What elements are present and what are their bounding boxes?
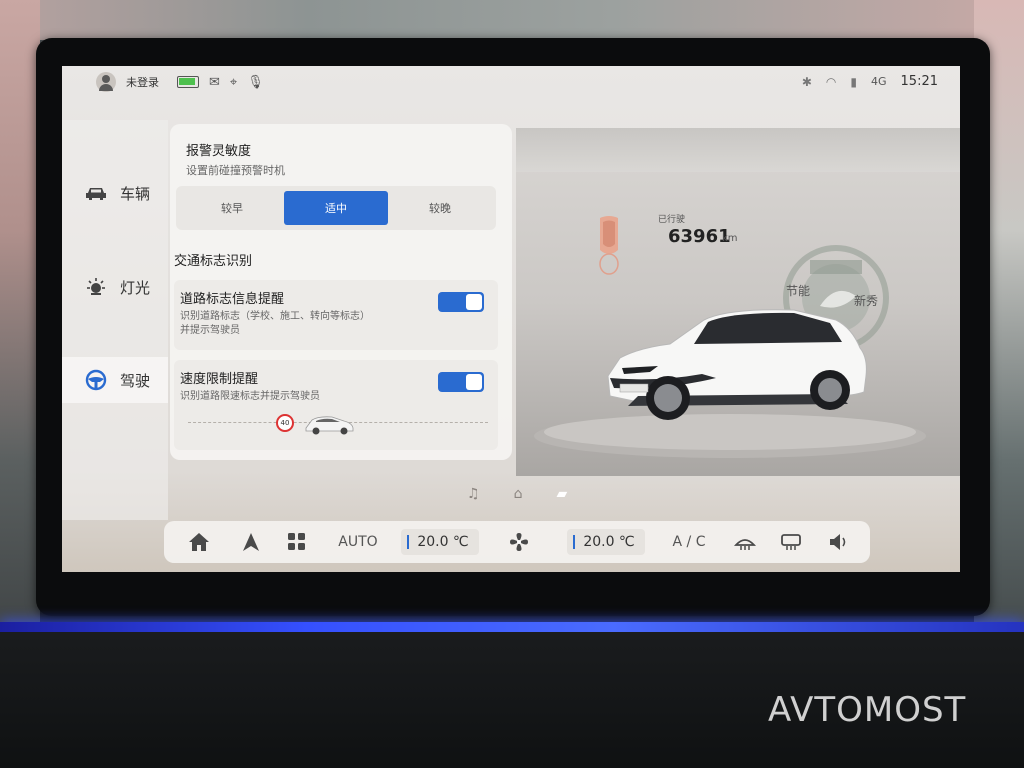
fan-icon: [510, 533, 528, 551]
ac-label: A / C: [672, 534, 706, 550]
rear-defrost-icon: [781, 534, 801, 550]
right-temperature-control[interactable]: 20.0 ℃: [562, 521, 650, 563]
rear-defrost-button[interactable]: [776, 521, 806, 563]
music-icon[interactable]: ♫: [467, 486, 480, 502]
right-temperature-value: 20.0 ℃: [583, 534, 635, 550]
road-sign-desc-line2: 并提示驾驶员: [180, 325, 240, 336]
network-type: 4G: [871, 75, 887, 88]
location-icon[interactable]: ⌖: [230, 75, 237, 90]
front-defrost-icon: [734, 539, 756, 550]
dock: ♫ ⌂ ▰: [467, 486, 567, 502]
speed-limit-desc: 识别道路限速标志并提示驾驶员: [180, 391, 320, 402]
home-icon: [189, 533, 209, 551]
speed-limit-toggle[interactable]: [438, 372, 484, 392]
sidebar-item-vehicle[interactable]: 车辆: [62, 170, 168, 216]
navigation-arrow-icon: [243, 533, 259, 551]
left-temperature-value: 20.0 ℃: [417, 534, 469, 550]
home-icon[interactable]: ⌂: [514, 486, 523, 502]
climate-bar: AUTO 20.0 ℃ 20.0 ℃ A / C: [164, 521, 870, 563]
apps-grid-icon: [288, 533, 305, 550]
eco-badge-text-left: 节能: [786, 284, 811, 298]
sidebar-item-label: 车辆: [120, 184, 151, 203]
volume-button[interactable]: [824, 521, 854, 563]
ac-button[interactable]: A / C: [666, 521, 712, 563]
infotainment-screen: 未登录 ✉ ⌖ 🎙 ✱ ◠ ▮ 4G 15:21 车辆 灯光 驾驶 报警灵敏度 …: [62, 66, 960, 572]
driving-settings-panel: 报警灵敏度 设置前碰撞预警时机 较早 适中 较晚 交通标志识别 道路标志信息提醒…: [170, 124, 512, 460]
option-late[interactable]: 较晚: [388, 191, 492, 225]
wifi-icon: ◠: [825, 74, 837, 89]
road-sign-card: 道路标志信息提醒 识别道路标志（学校、施工、转向等标志） 并提示驾驶员: [174, 280, 498, 350]
auto-label: AUTO: [338, 534, 378, 550]
speaker-icon: [830, 534, 846, 550]
sidebar: 车辆 灯光 驾驶: [62, 120, 168, 520]
fan-speed-button[interactable]: [494, 521, 544, 563]
car-dock-icon[interactable]: ▰: [556, 486, 567, 502]
road-sign-title: 道路标志信息提醒: [180, 292, 285, 307]
mail-icon[interactable]: ✉: [209, 75, 220, 90]
sidebar-item-driving[interactable]: 驾驶: [62, 357, 168, 403]
login-status-label[interactable]: 未登录: [126, 74, 159, 90]
signal-icon: ▮: [850, 74, 857, 89]
mileage-label: 已行驶: [658, 215, 686, 225]
speed-limit-title: 速度限制提醒: [180, 372, 259, 387]
home-button[interactable]: [184, 521, 214, 563]
apps-button[interactable]: [282, 521, 312, 563]
option-early[interactable]: 较早: [180, 191, 284, 225]
sidebar-item-label: 灯光: [120, 278, 151, 297]
background-top: [0, 0, 1024, 40]
car-icon: [84, 183, 108, 203]
speed-limit-card: 速度限制提醒 识别道路限速标志并提示驾驶员 40: [174, 360, 498, 450]
alarm-sensitivity-selector: 较早 适中 较晚: [176, 186, 496, 230]
option-medium[interactable]: 适中: [284, 191, 388, 225]
avatar-icon[interactable]: [96, 72, 116, 92]
watermark: AVTOMOST: [768, 690, 967, 730]
speed-limit-sign-icon: 40: [276, 414, 294, 432]
left-temperature-control[interactable]: 20.0 ℃: [396, 521, 484, 563]
navigation-button[interactable]: [236, 521, 266, 563]
traffic-sign-section-title: 交通标志识别: [174, 254, 253, 269]
sidebar-item-label: 驾驶: [120, 371, 151, 390]
front-defrost-button[interactable]: [730, 521, 760, 563]
alarm-sensitivity-subtitle: 设置前碰撞预警时机: [186, 164, 285, 177]
key-fob-icon[interactable]: [596, 214, 622, 282]
sidebar-item-lights[interactable]: 灯光: [62, 264, 168, 310]
mini-car-icon: [305, 416, 354, 435]
road-sign-toggle[interactable]: [438, 292, 484, 312]
steering-wheel-icon: [84, 369, 108, 391]
status-bar: 未登录 ✉ ⌖ 🎙 ✱ ◠ ▮ 4G 15:21: [62, 66, 960, 100]
ambient-light-strip: [0, 622, 1024, 632]
bluetooth-icon: ✱: [801, 74, 812, 89]
auto-climate-button[interactable]: AUTO: [332, 521, 384, 563]
road-sign-desc-line1: 识别道路标志（学校、施工、转向等标志）: [180, 311, 370, 322]
battery-icon: [177, 76, 199, 88]
vehicle-image[interactable]: [598, 298, 878, 438]
mileage-unit: km: [722, 233, 738, 244]
microphone-icon[interactable]: 🎙: [247, 75, 264, 90]
alarm-sensitivity-title: 报警灵敏度: [186, 144, 252, 159]
clock: 15:21: [900, 74, 938, 89]
light-icon: [84, 277, 108, 297]
